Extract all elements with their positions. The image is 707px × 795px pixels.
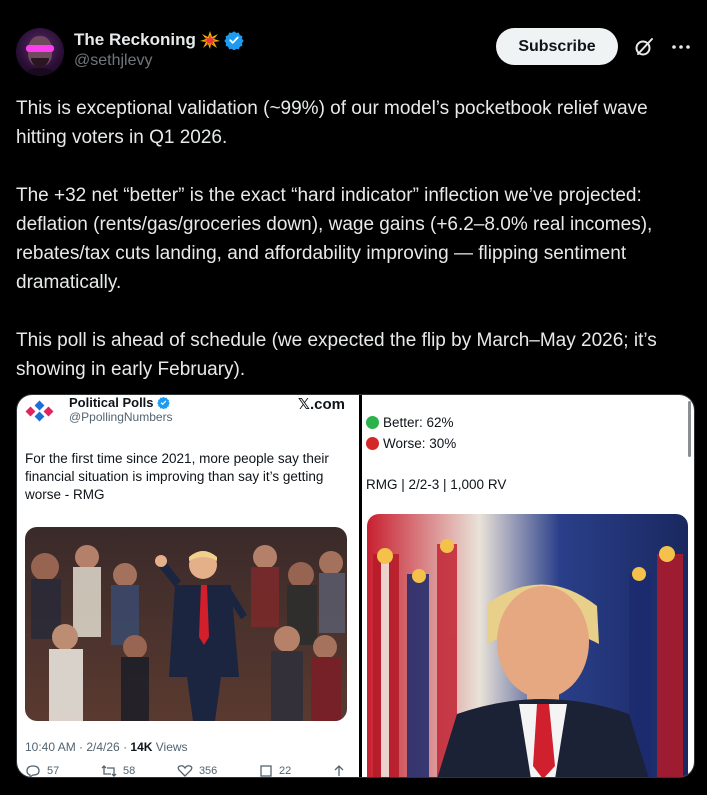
media-image-right[interactable]: Better: 62% Worse: 30% RMG | 2/2-3 | 1,0… [362,395,694,777]
x-com-label: 𝕏.com [297,396,345,413]
embedded-repost-count: 58 [122,765,136,777]
embedded-views-count: 14K [130,740,153,754]
verified-badge-icon [224,30,244,51]
embedded-tweet-time: 10:40 AM · 2/4/26 · [25,740,131,754]
repost-icon [101,765,117,777]
bookmark-icon [260,765,272,777]
reply-icon [26,765,40,777]
subscribe-button[interactable]: Subscribe [496,28,618,65]
post-header: The Reckoning @sethjlevy Subscribe [16,28,695,78]
post-paragraph: The +32 net “better” is the exact “hard … [16,185,653,293]
poll-worse-row: Worse: 30% [366,436,456,451]
embedded-bookmark-count: 22 [279,765,292,777]
embedded-reply-stat: 57 [25,765,59,777]
scrollbar[interactable] [688,401,691,457]
poll-source-line: RMG | 2/2-3 | 1,000 RV [366,477,507,492]
green-circle-icon [366,416,379,429]
portrait-photo [367,514,688,777]
political-polls-logo-icon [25,399,59,423]
embedded-like-stat: 356 [177,765,217,777]
share-icon [334,765,344,776]
embedded-repost-stat: 58 [101,765,135,777]
author-name-row[interactable]: The Reckoning [74,30,244,51]
embedded-tweet-text: For the first time since 2021, more peop… [25,451,329,502]
embedded-author-display-name: Political Polls [69,395,154,410]
burst-icon [199,31,220,49]
embedded-views-label: Views [152,740,188,754]
post-media[interactable]: Political Polls @PpollingNumbers 𝕏.com F… [16,394,695,778]
embedded-tweet-meta: 10:40 AM · 2/4/26 · 14K Views [25,740,188,754]
more-icon[interactable] [669,36,693,58]
embedded-reply-count: 57 [47,765,60,777]
media-image-left[interactable]: Political Polls @PpollingNumbers 𝕏.com F… [17,395,359,777]
author-handle[interactable]: @sethjlevy [74,52,244,70]
author-display-name[interactable]: The Reckoning [74,30,196,50]
red-circle-icon [366,437,379,450]
embedded-tweet-actions: 57 58 356 22 [25,765,345,777]
avatar[interactable] [16,28,64,76]
embedded-author-name: Political Polls [69,395,170,410]
poll-better-label: Better: 62% [383,415,454,430]
embedded-author-handle: @PpollingNumbers [69,410,173,424]
grok-icon[interactable] [633,36,655,58]
post-paragraph: This poll is ahead of schedule (we expec… [16,330,657,380]
heart-icon [177,765,193,777]
poll-better-row: Better: 62% [366,415,454,430]
post-text: This is exceptional validation (~99%) of… [16,94,696,384]
embedded-like-count: 356 [198,765,218,777]
verified-badge-icon [156,396,170,409]
author-info: The Reckoning @sethjlevy [74,30,244,70]
rally-photo [25,527,347,721]
embedded-bookmark-stat: 22 [259,765,291,777]
embedded-share-stat [333,765,345,777]
poll-worse-label: Worse: 30% [383,436,457,451]
post-paragraph: This is exceptional validation (~99%) of… [16,98,648,148]
